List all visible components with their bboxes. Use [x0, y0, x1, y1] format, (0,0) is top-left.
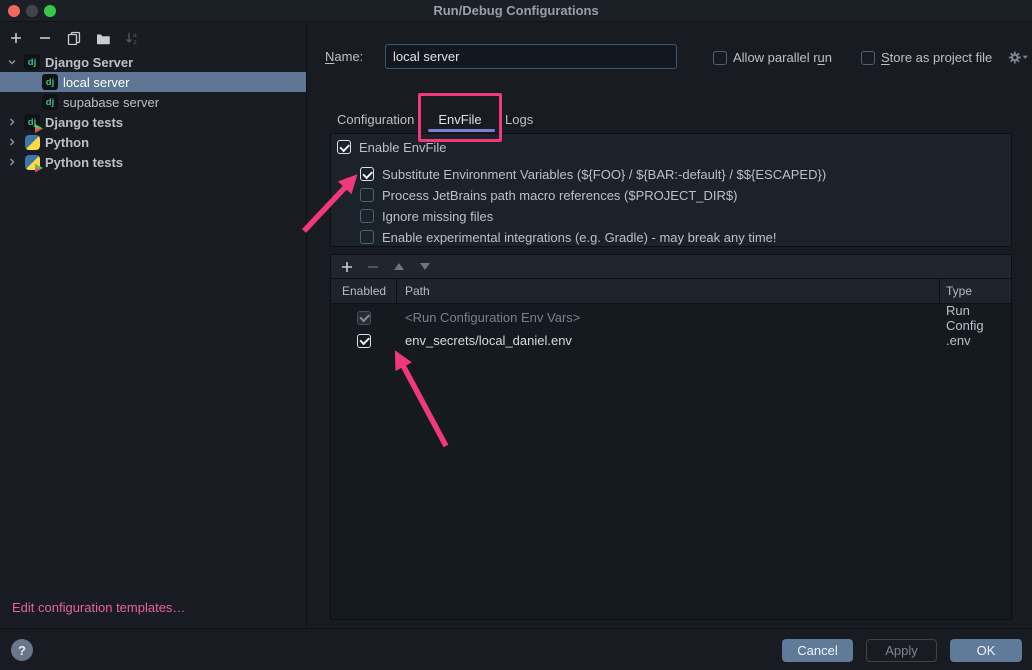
plus-icon	[10, 32, 22, 44]
copy-configuration-button[interactable]	[64, 28, 84, 48]
tab-configuration[interactable]: Configuration	[337, 108, 414, 130]
tree-item-python-tests[interactable]: Python tests	[0, 152, 306, 172]
help-button[interactable]: ?	[11, 639, 33, 661]
table-header: Enabled Path Type	[331, 279, 1011, 304]
django-icon: dj	[24, 54, 40, 70]
chevron-right-icon	[7, 137, 17, 147]
new-folder-icon	[96, 32, 111, 45]
env-files-table: Enabled Path Type <Run Configuration Env…	[330, 254, 1012, 620]
sidebar: az dj Django Server dj local server dj s…	[0, 22, 307, 628]
new-folder-button[interactable]	[93, 28, 113, 48]
chevron-down-icon	[1022, 55, 1028, 60]
tree-item-python[interactable]: Python	[0, 132, 306, 152]
table-toolbar	[331, 255, 1011, 279]
process-path-macro-checkbox[interactable]: Process JetBrains path macro references …	[360, 188, 737, 203]
cancel-button[interactable]: Cancel	[782, 639, 853, 662]
add-configuration-button[interactable]	[6, 28, 26, 48]
name-input[interactable]	[385, 44, 677, 69]
move-down-button[interactable]	[417, 259, 433, 275]
sort-alphabetically-icon: az	[125, 31, 139, 45]
name-label: Name:	[325, 49, 363, 64]
gear-icon	[1008, 50, 1022, 65]
minus-icon	[367, 261, 379, 273]
python-tests-icon	[25, 155, 40, 170]
sidebar-toolbar: az	[0, 26, 142, 50]
minus-icon	[39, 32, 51, 44]
remove-configuration-button[interactable]	[35, 28, 55, 48]
window-title: Run/Debug Configurations	[0, 3, 1032, 18]
django-icon: dj	[42, 94, 58, 110]
tab-envfile[interactable]: EnvFile	[418, 108, 502, 130]
svg-text:z: z	[134, 39, 137, 45]
ignore-missing-files-checkbox[interactable]: Ignore missing files	[360, 209, 493, 224]
checkbox-icon[interactable]	[360, 209, 374, 223]
ok-button[interactable]: OK	[950, 639, 1022, 662]
django-icon: dj	[42, 74, 58, 90]
plus-icon	[341, 261, 353, 273]
apply-button[interactable]: Apply	[866, 639, 937, 662]
sort-configurations-button[interactable]: az	[122, 28, 142, 48]
tree-item-django-tests[interactable]: dj Django tests	[0, 112, 306, 132]
store-as-project-file-checkbox[interactable]: Store as project file	[861, 50, 992, 65]
svg-text:a: a	[133, 32, 137, 39]
checkbox-icon[interactable]	[360, 230, 374, 244]
arrow-down-icon	[420, 263, 430, 270]
checkbox-checked-disabled-icon	[357, 311, 371, 325]
copy-icon	[67, 31, 81, 45]
add-env-file-button[interactable]	[339, 259, 355, 275]
chevron-down-icon	[7, 57, 17, 67]
column-header-path: Path	[397, 279, 940, 303]
experimental-integrations-checkbox[interactable]: Enable experimental integrations (e.g. G…	[360, 230, 777, 245]
allow-parallel-run-checkbox[interactable]: Allow parallel run	[713, 50, 832, 65]
arrow-up-icon	[394, 263, 404, 270]
checkbox-icon[interactable]	[360, 188, 374, 202]
checkbox-checked-icon[interactable]	[357, 334, 371, 348]
python-icon	[25, 135, 40, 150]
run-debug-configurations-dialog: Run/Debug Configurations az dj	[0, 0, 1032, 670]
titlebar: Run/Debug Configurations	[0, 0, 1032, 22]
selected-tab-indicator	[428, 129, 495, 132]
column-header-enabled: Enabled	[331, 279, 397, 303]
checkbox-checked-icon[interactable]	[360, 167, 374, 181]
column-header-type: Type	[940, 279, 1010, 303]
configurations-tree: dj Django Server dj local server dj supa…	[0, 52, 306, 172]
checkbox-icon[interactable]	[861, 51, 875, 65]
enable-envfile-checkbox[interactable]: Enable EnvFile	[337, 140, 446, 155]
edit-configuration-templates-link[interactable]: Edit configuration templates…	[12, 600, 185, 615]
django-tests-icon: dj	[24, 114, 40, 130]
tree-item-local-server[interactable]: dj local server	[0, 72, 306, 92]
checkbox-icon[interactable]	[713, 51, 727, 65]
store-options-button[interactable]	[1008, 48, 1028, 66]
chevron-right-icon	[7, 157, 17, 167]
table-row[interactable]: <Run Configuration Env Vars> Run Config	[331, 306, 1011, 329]
tree-item-supabase-server[interactable]: dj supabase server	[0, 92, 306, 112]
checkbox-checked-icon[interactable]	[337, 140, 351, 154]
substitute-env-variables-checkbox[interactable]: Substitute Environment Variables (${FOO}…	[360, 167, 826, 182]
tab-logs[interactable]: Logs	[505, 108, 533, 130]
footer-divider	[0, 628, 1032, 629]
table-row[interactable]: env_secrets/local_daniel.env .env	[331, 329, 1011, 352]
test-badge-icon	[35, 164, 43, 173]
move-up-button[interactable]	[391, 259, 407, 275]
remove-env-file-button[interactable]	[365, 259, 381, 275]
chevron-right-icon	[7, 117, 17, 127]
tree-item-django-server[interactable]: dj Django Server	[0, 52, 306, 72]
